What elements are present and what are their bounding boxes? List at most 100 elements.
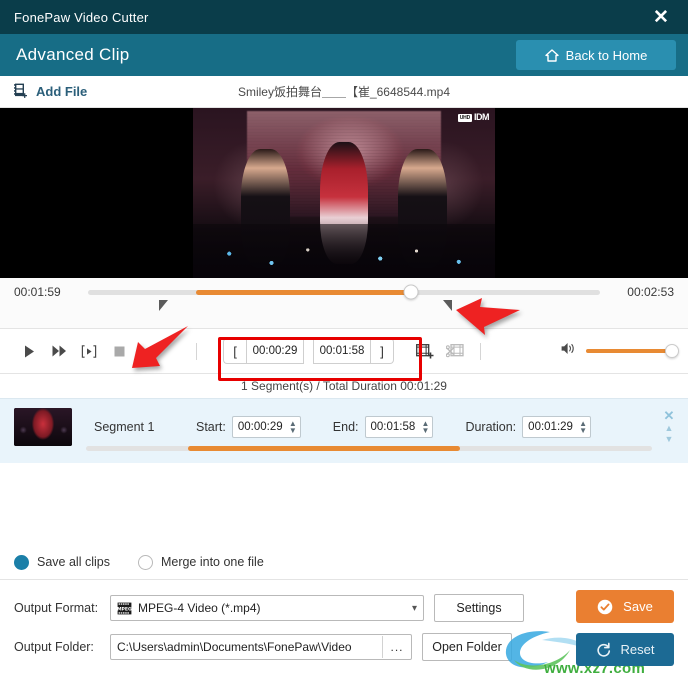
output-folder-field[interactable]: ... bbox=[110, 634, 412, 660]
browse-folder-button[interactable]: ... bbox=[382, 636, 411, 658]
page-title: Advanced Clip bbox=[16, 45, 130, 64]
add-segment-icon[interactable] bbox=[410, 336, 440, 366]
chevron-down-icon: ▾ bbox=[411, 602, 417, 614]
app-title: FonePaw Video Cutter bbox=[14, 9, 149, 25]
output-section: Output Format: MPEG MPEG-4 Video (*.mp4)… bbox=[0, 580, 688, 666]
video-frame: UHD IDM bbox=[193, 108, 495, 278]
trim-end-input[interactable] bbox=[313, 338, 371, 364]
output-format-row: Output Format: MPEG MPEG-4 Video (*.mp4)… bbox=[14, 594, 674, 622]
open-folder-button[interactable]: Open Folder bbox=[422, 633, 512, 661]
caret-up-icon[interactable]: ▲ bbox=[658, 423, 680, 434]
output-folder-row: Output Folder: ... Open Folder bbox=[14, 633, 674, 661]
output-format-label: Output Format: bbox=[14, 601, 99, 615]
radio-dot-icon bbox=[137, 554, 153, 570]
playback-controls: [ ] bbox=[0, 329, 688, 374]
caret-down-icon[interactable]: ▼ bbox=[658, 434, 680, 445]
segment-start-input[interactable] bbox=[237, 421, 288, 433]
mark-in-bracket-icon[interactable]: [ bbox=[223, 338, 246, 364]
current-file-name: Smiley饭拍舞台＿＿【崔_6648544.mp4 bbox=[237, 85, 451, 99]
timeline: 00:01:59 00:02:53 bbox=[0, 278, 688, 329]
trim-right-handle[interactable] bbox=[443, 300, 452, 311]
save-mode-options: Save all clips Merge into one file bbox=[0, 545, 688, 580]
controls-divider-2 bbox=[480, 342, 481, 360]
radio-save-all-clips[interactable]: Save all clips bbox=[14, 554, 110, 570]
reset-button[interactable]: Reset bbox=[576, 633, 674, 666]
radio-save-all-clips-label: Save all clips bbox=[37, 555, 110, 569]
segment-end-label: End: bbox=[332, 420, 359, 434]
segment-summary: 1 Segment(s) / Total Duration 00:01:29 bbox=[0, 374, 688, 399]
volume-icon[interactable] bbox=[561, 342, 576, 360]
segment-end-stepper[interactable]: ▲▼ bbox=[364, 416, 434, 438]
radio-merge-label: Merge into one file bbox=[160, 555, 264, 569]
back-to-home-button[interactable]: Back to Home bbox=[516, 40, 676, 70]
segment-range-fill bbox=[187, 446, 460, 451]
home-icon bbox=[544, 48, 559, 62]
settings-button[interactable]: Settings bbox=[434, 594, 524, 622]
segment-duration-label: Duration: bbox=[465, 420, 517, 434]
timeline-start-time: 00:01:59 bbox=[14, 285, 61, 299]
trim-end-group: ] bbox=[313, 338, 394, 364]
video-cutter-window: FonePaw Video Cutter ✕ Advanced Clip Bac… bbox=[0, 0, 688, 681]
split-segment-icon[interactable] bbox=[440, 336, 470, 366]
output-format-select[interactable]: MPEG MPEG-4 Video (*.mp4) ▾ bbox=[110, 595, 424, 621]
output-folder-input[interactable] bbox=[111, 640, 382, 654]
add-file-button[interactable]: Add File bbox=[14, 83, 87, 100]
timeline-end-time: 00:02:53 bbox=[627, 285, 674, 299]
segment-duration-input[interactable] bbox=[528, 421, 579, 433]
segment-start-field: Start: ▲▼ bbox=[196, 416, 301, 438]
video-preview[interactable]: UHD IDM bbox=[0, 108, 688, 278]
back-to-home-label: Back to Home bbox=[565, 47, 648, 63]
empty-area bbox=[0, 463, 688, 545]
audience-crowd bbox=[193, 223, 495, 278]
segment-end-field: End: ▲▼ bbox=[333, 416, 434, 438]
stepper-arrows-icon: ▲ ▼ bbox=[421, 419, 430, 435]
reset-circular-arrow-icon bbox=[596, 642, 612, 658]
mode-header: Advanced Clip Back to Home bbox=[0, 34, 688, 76]
radio-merge-into-one-file[interactable]: Merge into one file bbox=[137, 554, 264, 570]
badge-uhd: UHD bbox=[457, 113, 472, 122]
table-row[interactable]: Segment 1 Start: ▲▼ End: ▲▼ Duration: bbox=[14, 399, 688, 449]
volume-knob[interactable] bbox=[665, 344, 679, 358]
trim-start-group: [ bbox=[223, 338, 304, 364]
reset-button-label: Reset bbox=[620, 642, 655, 657]
segment-thumbnail bbox=[14, 408, 72, 446]
frame-step-icon[interactable] bbox=[74, 336, 104, 366]
segment-duration-stepper[interactable]: ▲▼ bbox=[522, 416, 592, 438]
close-icon[interactable]: ✕ bbox=[644, 0, 678, 34]
add-file-label: Add File bbox=[36, 84, 88, 99]
stepper-arrows-icon: ▲ ▼ bbox=[579, 419, 588, 435]
segment-start-label: Start: bbox=[196, 420, 226, 434]
trim-left-handle[interactable] bbox=[159, 300, 168, 311]
volume-slider[interactable] bbox=[586, 344, 679, 358]
segment-end-input[interactable] bbox=[370, 421, 421, 433]
mark-out-bracket-icon[interactable]: ] bbox=[371, 338, 394, 364]
output-format-value: MPEG-4 Video (*.mp4) bbox=[138, 601, 261, 615]
timeline-row: 00:01:59 00:02:53 bbox=[0, 278, 688, 306]
trim-start-input[interactable] bbox=[246, 338, 304, 364]
stop-icon[interactable] bbox=[104, 336, 134, 366]
radio-dot-icon bbox=[14, 554, 29, 570]
video-watermark-badge: UHD IDM bbox=[457, 112, 490, 122]
svg-text:MPEG: MPEG bbox=[117, 606, 132, 612]
segment-name: Segment 1 bbox=[94, 420, 155, 434]
segment-list: Segment 1 Start: ▲▼ End: ▲▼ Duration: bbox=[0, 399, 688, 463]
playhead-knob[interactable] bbox=[403, 284, 419, 300]
save-button[interactable]: Save bbox=[576, 590, 674, 623]
file-bar: Add File Smiley饭拍舞台＿＿【崔_6648544.mp4 bbox=[0, 76, 688, 108]
controls-divider-1 bbox=[196, 342, 197, 360]
segment-start-stepper[interactable]: ▲▼ bbox=[231, 416, 301, 438]
close-icon[interactable]: ✕ bbox=[658, 409, 680, 423]
volume-control bbox=[561, 342, 679, 360]
check-circle-icon bbox=[597, 599, 613, 615]
fast-forward-icon[interactable] bbox=[44, 336, 74, 366]
play-icon[interactable] bbox=[14, 336, 44, 366]
save-button-label: Save bbox=[623, 599, 653, 614]
segment-range-bar[interactable] bbox=[86, 446, 652, 451]
timeline-selection-fill bbox=[195, 289, 411, 295]
film-add-icon bbox=[14, 83, 28, 100]
segment-row-tools: ✕ ▲ ▼ bbox=[658, 409, 680, 445]
badge-idm: IDM bbox=[474, 112, 490, 122]
trim-time-group: [ ] bbox=[223, 338, 394, 364]
stepper-arrows-icon: ▲ ▼ bbox=[288, 419, 297, 435]
timeline-scrubber[interactable] bbox=[88, 284, 600, 300]
